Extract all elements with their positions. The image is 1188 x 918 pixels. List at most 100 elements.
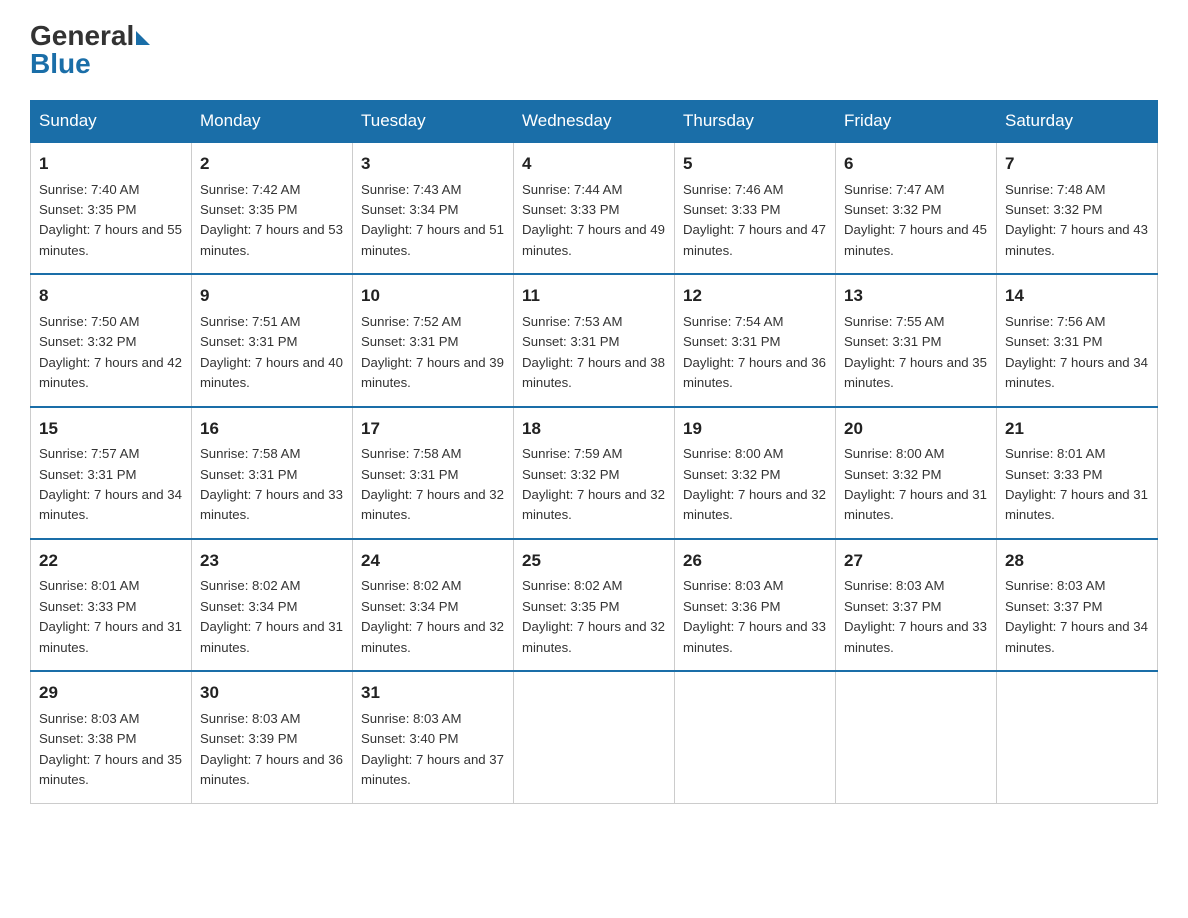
calendar-cell: 25 Sunrise: 8:02 AMSunset: 3:35 PMDaylig… [514,539,675,671]
day-number: 24 [361,548,505,574]
calendar-cell: 23 Sunrise: 8:02 AMSunset: 3:34 PMDaylig… [192,539,353,671]
day-info: Sunrise: 7:51 AMSunset: 3:31 PMDaylight:… [200,314,343,390]
calendar-cell: 10 Sunrise: 7:52 AMSunset: 3:31 PMDaylig… [353,274,514,406]
day-number: 5 [683,151,827,177]
calendar-cell: 13 Sunrise: 7:55 AMSunset: 3:31 PMDaylig… [836,274,997,406]
day-of-week-header: Friday [836,101,997,143]
calendar-cell: 22 Sunrise: 8:01 AMSunset: 3:33 PMDaylig… [31,539,192,671]
day-info: Sunrise: 7:48 AMSunset: 3:32 PMDaylight:… [1005,182,1148,258]
calendar-cell [997,671,1158,803]
day-info: Sunrise: 7:46 AMSunset: 3:33 PMDaylight:… [683,182,826,258]
calendar-cell: 26 Sunrise: 8:03 AMSunset: 3:36 PMDaylig… [675,539,836,671]
day-info: Sunrise: 7:42 AMSunset: 3:35 PMDaylight:… [200,182,343,258]
day-number: 1 [39,151,183,177]
day-of-week-header: Thursday [675,101,836,143]
calendar-cell: 5 Sunrise: 7:46 AMSunset: 3:33 PMDayligh… [675,142,836,274]
day-number: 17 [361,416,505,442]
calendar-cell: 20 Sunrise: 8:00 AMSunset: 3:32 PMDaylig… [836,407,997,539]
day-number: 7 [1005,151,1149,177]
day-info: Sunrise: 8:03 AMSunset: 3:38 PMDaylight:… [39,711,182,787]
day-info: Sunrise: 8:03 AMSunset: 3:36 PMDaylight:… [683,578,826,654]
day-number: 22 [39,548,183,574]
day-info: Sunrise: 7:58 AMSunset: 3:31 PMDaylight:… [200,446,343,522]
calendar-week-row: 8 Sunrise: 7:50 AMSunset: 3:32 PMDayligh… [31,274,1158,406]
day-info: Sunrise: 7:44 AMSunset: 3:33 PMDaylight:… [522,182,665,258]
day-info: Sunrise: 7:53 AMSunset: 3:31 PMDaylight:… [522,314,665,390]
calendar-cell: 17 Sunrise: 7:58 AMSunset: 3:31 PMDaylig… [353,407,514,539]
calendar-cell: 7 Sunrise: 7:48 AMSunset: 3:32 PMDayligh… [997,142,1158,274]
day-number: 31 [361,680,505,706]
day-of-week-header: Monday [192,101,353,143]
calendar-cell: 1 Sunrise: 7:40 AMSunset: 3:35 PMDayligh… [31,142,192,274]
calendar-cell: 11 Sunrise: 7:53 AMSunset: 3:31 PMDaylig… [514,274,675,406]
day-info: Sunrise: 7:56 AMSunset: 3:31 PMDaylight:… [1005,314,1148,390]
calendar-table: SundayMondayTuesdayWednesdayThursdayFrid… [30,100,1158,804]
day-number: 8 [39,283,183,309]
day-info: Sunrise: 7:58 AMSunset: 3:31 PMDaylight:… [361,446,504,522]
calendar-cell: 27 Sunrise: 8:03 AMSunset: 3:37 PMDaylig… [836,539,997,671]
logo-blue-text: Blue [30,48,91,80]
calendar-header-row: SundayMondayTuesdayWednesdayThursdayFrid… [31,101,1158,143]
day-of-week-header: Sunday [31,101,192,143]
calendar-cell: 28 Sunrise: 8:03 AMSunset: 3:37 PMDaylig… [997,539,1158,671]
day-info: Sunrise: 7:50 AMSunset: 3:32 PMDaylight:… [39,314,182,390]
day-number: 29 [39,680,183,706]
day-number: 13 [844,283,988,309]
day-info: Sunrise: 8:03 AMSunset: 3:40 PMDaylight:… [361,711,504,787]
day-info: Sunrise: 7:59 AMSunset: 3:32 PMDaylight:… [522,446,665,522]
day-info: Sunrise: 7:40 AMSunset: 3:35 PMDaylight:… [39,182,182,258]
calendar-cell: 29 Sunrise: 8:03 AMSunset: 3:38 PMDaylig… [31,671,192,803]
day-number: 9 [200,283,344,309]
calendar-week-row: 1 Sunrise: 7:40 AMSunset: 3:35 PMDayligh… [31,142,1158,274]
calendar-cell: 8 Sunrise: 7:50 AMSunset: 3:32 PMDayligh… [31,274,192,406]
day-number: 12 [683,283,827,309]
calendar-week-row: 15 Sunrise: 7:57 AMSunset: 3:31 PMDaylig… [31,407,1158,539]
day-number: 4 [522,151,666,177]
logo-arrow-icon [136,31,150,45]
calendar-week-row: 22 Sunrise: 8:01 AMSunset: 3:33 PMDaylig… [31,539,1158,671]
day-info: Sunrise: 8:00 AMSunset: 3:32 PMDaylight:… [683,446,826,522]
day-number: 23 [200,548,344,574]
calendar-cell: 2 Sunrise: 7:42 AMSunset: 3:35 PMDayligh… [192,142,353,274]
day-number: 28 [1005,548,1149,574]
day-info: Sunrise: 7:55 AMSunset: 3:31 PMDaylight:… [844,314,987,390]
day-info: Sunrise: 8:03 AMSunset: 3:37 PMDaylight:… [844,578,987,654]
day-of-week-header: Tuesday [353,101,514,143]
day-of-week-header: Saturday [997,101,1158,143]
day-of-week-header: Wednesday [514,101,675,143]
day-number: 20 [844,416,988,442]
day-info: Sunrise: 8:00 AMSunset: 3:32 PMDaylight:… [844,446,987,522]
calendar-cell: 6 Sunrise: 7:47 AMSunset: 3:32 PMDayligh… [836,142,997,274]
day-number: 2 [200,151,344,177]
day-number: 3 [361,151,505,177]
day-number: 27 [844,548,988,574]
day-number: 19 [683,416,827,442]
calendar-cell: 9 Sunrise: 7:51 AMSunset: 3:31 PMDayligh… [192,274,353,406]
day-number: 6 [844,151,988,177]
calendar-cell [836,671,997,803]
day-number: 30 [200,680,344,706]
calendar-cell: 21 Sunrise: 8:01 AMSunset: 3:33 PMDaylig… [997,407,1158,539]
day-info: Sunrise: 8:02 AMSunset: 3:35 PMDaylight:… [522,578,665,654]
calendar-cell: 19 Sunrise: 8:00 AMSunset: 3:32 PMDaylig… [675,407,836,539]
calendar-cell: 12 Sunrise: 7:54 AMSunset: 3:31 PMDaylig… [675,274,836,406]
calendar-cell: 15 Sunrise: 7:57 AMSunset: 3:31 PMDaylig… [31,407,192,539]
day-number: 26 [683,548,827,574]
day-info: Sunrise: 8:02 AMSunset: 3:34 PMDaylight:… [200,578,343,654]
calendar-cell: 16 Sunrise: 7:58 AMSunset: 3:31 PMDaylig… [192,407,353,539]
day-number: 11 [522,283,666,309]
day-number: 21 [1005,416,1149,442]
day-info: Sunrise: 8:01 AMSunset: 3:33 PMDaylight:… [39,578,182,654]
day-number: 25 [522,548,666,574]
day-number: 14 [1005,283,1149,309]
calendar-cell: 18 Sunrise: 7:59 AMSunset: 3:32 PMDaylig… [514,407,675,539]
logo: General Blue [30,20,150,80]
calendar-cell: 30 Sunrise: 8:03 AMSunset: 3:39 PMDaylig… [192,671,353,803]
day-info: Sunrise: 7:43 AMSunset: 3:34 PMDaylight:… [361,182,504,258]
calendar-cell: 14 Sunrise: 7:56 AMSunset: 3:31 PMDaylig… [997,274,1158,406]
calendar-cell: 3 Sunrise: 7:43 AMSunset: 3:34 PMDayligh… [353,142,514,274]
day-info: Sunrise: 8:01 AMSunset: 3:33 PMDaylight:… [1005,446,1148,522]
day-info: Sunrise: 7:52 AMSunset: 3:31 PMDaylight:… [361,314,504,390]
calendar-cell [514,671,675,803]
day-number: 16 [200,416,344,442]
